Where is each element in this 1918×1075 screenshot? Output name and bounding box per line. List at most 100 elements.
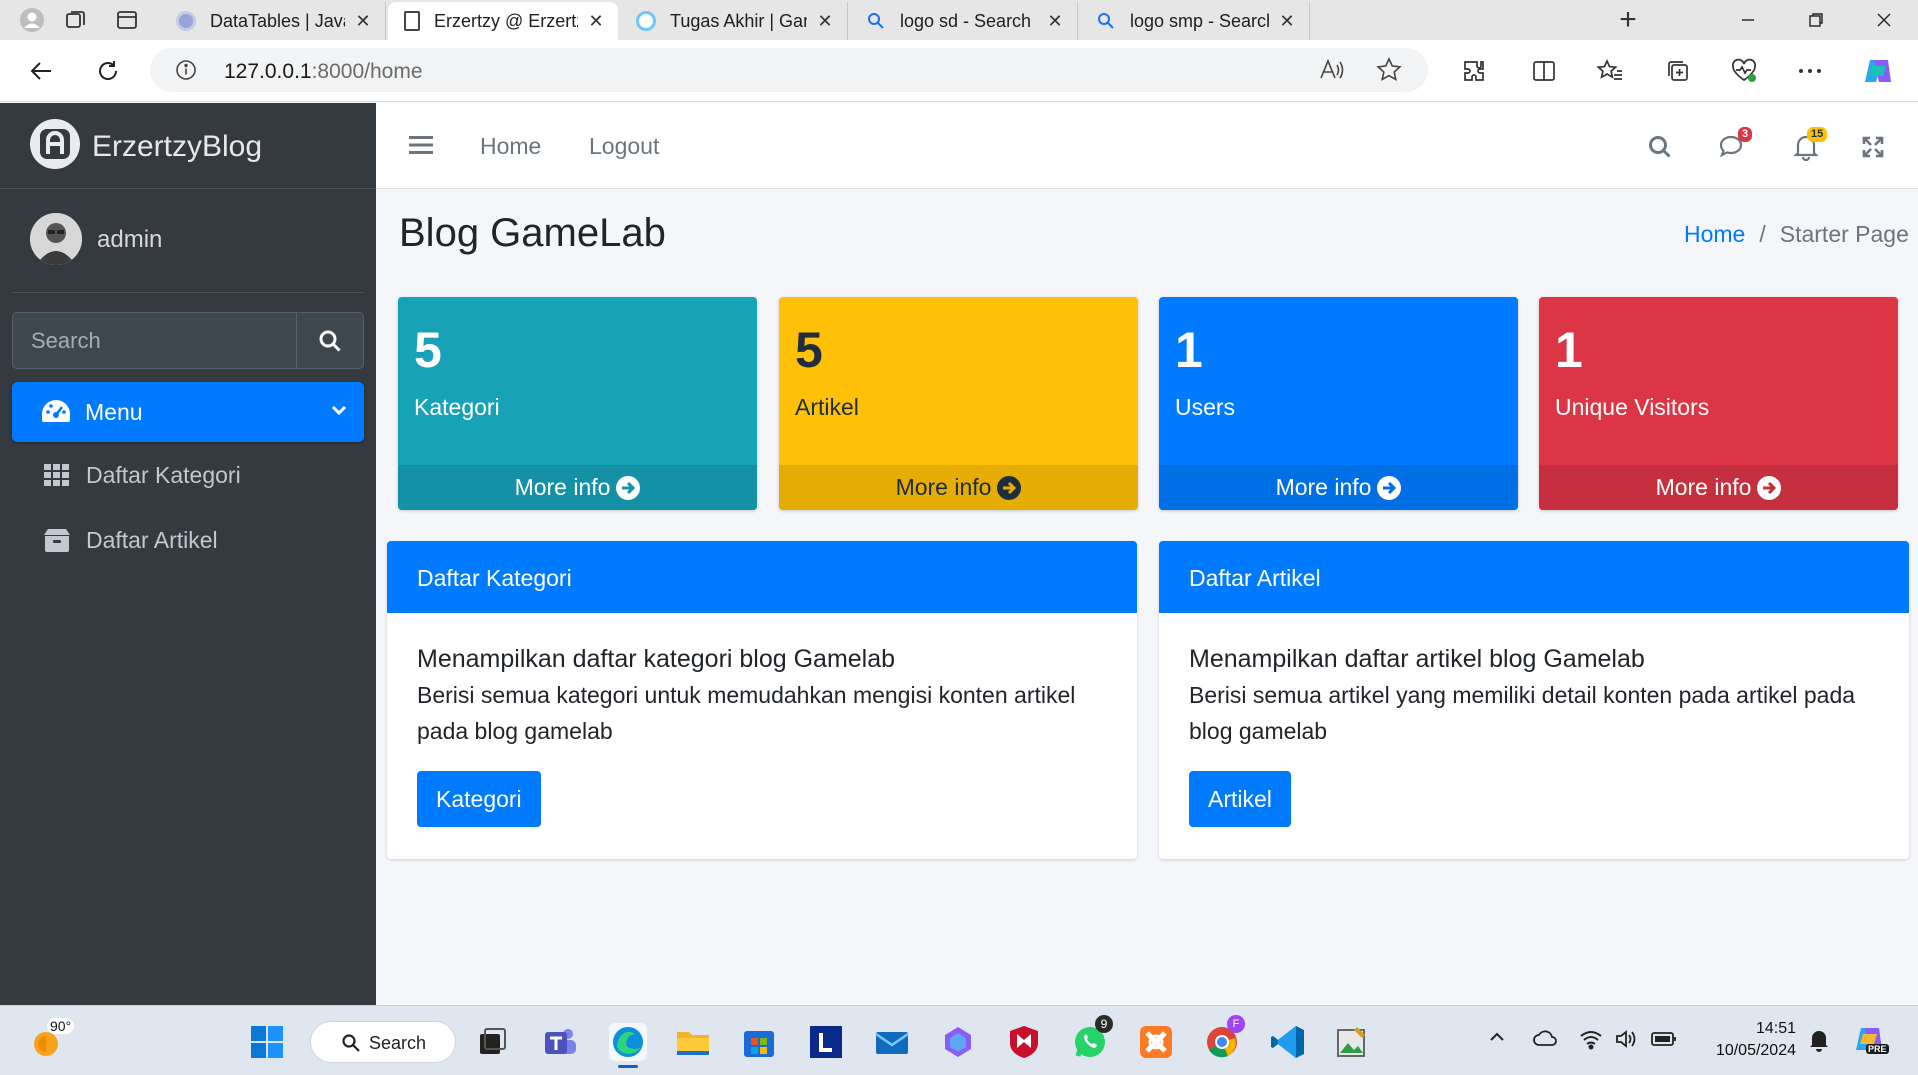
wifi-icon[interactable] [1579, 1028, 1603, 1055]
search-icon[interactable] [1643, 130, 1677, 164]
sidebar-item-daftar-artikel[interactable]: Daftar Artikel [12, 512, 364, 568]
nav-link-home[interactable]: Home [480, 133, 541, 160]
url-text: 127.0.0.1:8000/home [224, 60, 423, 84]
tab-datatables[interactable]: DataTables | Javascript t ✕ [160, 2, 386, 40]
vscode-icon[interactable] [1269, 1023, 1307, 1061]
user-panel[interactable]: admin [12, 189, 364, 293]
card-title: Menampilkan daftar kategori blog Gamelab [417, 645, 896, 673]
whatsapp-icon[interactable]: 9 [1071, 1015, 1113, 1061]
site-info-icon[interactable] [174, 58, 198, 87]
minimize-icon[interactable] [1718, 0, 1778, 40]
mcafee-icon[interactable] [1005, 1023, 1043, 1061]
tab-close-icon[interactable]: ✕ [1043, 11, 1067, 32]
xampp-icon[interactable] [1137, 1023, 1175, 1061]
breadcrumb-home-link[interactable]: Home [1684, 221, 1745, 247]
battery-icon[interactable] [1650, 1030, 1678, 1053]
mail-icon[interactable] [873, 1023, 911, 1061]
taskbar-search-box[interactable]: Search [310, 1021, 456, 1063]
vertical-tabs-icon[interactable] [113, 6, 141, 34]
more-info-link[interactable]: More info [398, 465, 757, 510]
more-options-icon[interactable] [1792, 53, 1828, 89]
address-bar[interactable]: 127.0.0.1:8000/home [150, 48, 1428, 92]
tab-tugas-akhir[interactable]: Tugas Akhir | Gamelab.i ✕ [620, 2, 848, 40]
back-arrow-icon[interactable] [22, 51, 62, 91]
profile-icon[interactable] [18, 6, 46, 34]
clock[interactable]: 14:51 10/05/2024 [1700, 1018, 1796, 1062]
restore-icon[interactable] [1786, 0, 1846, 40]
more-info-link[interactable]: More info [779, 465, 1138, 510]
more-info-label: More info [895, 474, 992, 500]
brand-text: ErzertzyBlog [92, 130, 263, 163]
edge-icon[interactable] [609, 1023, 647, 1068]
new-tab-button[interactable]: + [1614, 3, 1642, 36]
tab-close-icon[interactable]: ✕ [813, 11, 837, 32]
search-icon[interactable] [296, 313, 363, 368]
stat-box-users: 1 Users More info [1159, 297, 1518, 510]
messages-icon[interactable]: 3 [1716, 127, 1753, 164]
chrome-icon[interactable]: F [1203, 1015, 1245, 1061]
tab-close-icon[interactable]: ✕ [1275, 11, 1299, 32]
more-info-link[interactable]: More info [1539, 465, 1898, 510]
workspaces-icon[interactable] [62, 6, 90, 34]
l-app-icon[interactable] [807, 1023, 845, 1061]
breadcrumb: Home / Starter Page [1684, 221, 1909, 248]
chevron-down-icon [330, 403, 348, 422]
file-explorer-icon[interactable] [674, 1023, 712, 1061]
teams-icon[interactable] [541, 1023, 579, 1061]
copilot-app-icon[interactable] [939, 1023, 977, 1061]
notification-bell-icon[interactable] [1808, 1028, 1830, 1057]
hamburger-menu-icon[interactable] [409, 135, 433, 160]
card-header: Daftar Kategori [387, 541, 1137, 613]
task-view-icon[interactable] [473, 1023, 511, 1061]
card-text-line: Berisi semua kategori untuk memudahkan m… [417, 682, 1076, 708]
stat-value: 1 [1555, 322, 1583, 378]
more-info-link[interactable]: More info [1159, 465, 1518, 510]
stat-label: Artikel [795, 394, 859, 420]
card-title: Menampilkan daftar artikel blog Gamelab [1189, 645, 1645, 673]
favorites-icon[interactable] [1592, 53, 1628, 89]
brand-link[interactable]: ErzertzyBlog [0, 103, 376, 189]
read-aloud-icon[interactable] [1318, 57, 1346, 88]
refresh-icon[interactable] [88, 51, 128, 91]
loading-favicon-icon [636, 11, 656, 31]
tab-close-icon[interactable]: ✕ [584, 11, 608, 32]
close-window-icon[interactable] [1854, 0, 1914, 40]
tab-close-icon[interactable]: ✕ [351, 11, 375, 32]
card-daftar-kategori: Daftar Kategori Menampilkan daftar kateg… [387, 541, 1137, 859]
favorite-star-icon[interactable] [1376, 57, 1402, 88]
copilot-icon[interactable] [1860, 53, 1896, 89]
sidebar-item-daftar-kategori[interactable]: Daftar Kategori [12, 447, 364, 503]
sidebar-item-label: Menu [85, 399, 143, 425]
taskbar-search-label: Search [369, 1033, 427, 1053]
avatar [30, 213, 82, 265]
card-header: Daftar Artikel [1159, 541, 1909, 613]
bell-icon[interactable]: 15 [1789, 127, 1828, 164]
image-editor-icon[interactable] [1333, 1023, 1371, 1061]
tab-erzertzy[interactable]: Erzertzy @ ErzertzyBlog ✕ [388, 2, 618, 40]
nav-link-logout[interactable]: Logout [589, 133, 659, 160]
split-screen-icon[interactable] [1526, 53, 1562, 89]
artikel-button[interactable]: Artikel [1189, 771, 1291, 827]
collections-icon[interactable] [1660, 53, 1696, 89]
sidebar-search-input[interactable] [13, 313, 296, 368]
windows-taskbar: 90° Search 9 F 14:51 10/05/2024 PRE [0, 1005, 1918, 1075]
copilot-preview-icon[interactable]: PRE [1852, 1022, 1889, 1063]
kategori-button[interactable]: Kategori [417, 771, 541, 827]
extensions-icon[interactable] [1456, 53, 1492, 89]
brand-logo-icon [30, 119, 80, 169]
arrow-circle-right-icon [1757, 475, 1782, 500]
cloud-sync-icon[interactable] [1532, 1028, 1558, 1055]
card-text-line: pada blog gamelab [417, 718, 613, 744]
chevron-up-icon[interactable] [1488, 1030, 1506, 1049]
search-favicon-icon [866, 11, 886, 31]
tab-logo-sd-search[interactable]: logo sd - Search ✕ [850, 2, 1078, 40]
tab-logo-smp-search[interactable]: logo smp - Search Imag ✕ [1080, 2, 1310, 40]
card-daftar-artikel: Daftar Artikel Menampilkan daftar artike… [1159, 541, 1909, 859]
fullscreen-icon[interactable] [1856, 130, 1890, 164]
clock-date: 10/05/2024 [1715, 1042, 1796, 1059]
windows-start-icon[interactable] [248, 1023, 286, 1061]
volume-icon[interactable] [1614, 1028, 1638, 1055]
microsoft-store-icon[interactable] [740, 1023, 778, 1061]
browser-essentials-icon[interactable] [1726, 53, 1762, 89]
sidebar-item-menu[interactable]: Menu [12, 382, 364, 442]
